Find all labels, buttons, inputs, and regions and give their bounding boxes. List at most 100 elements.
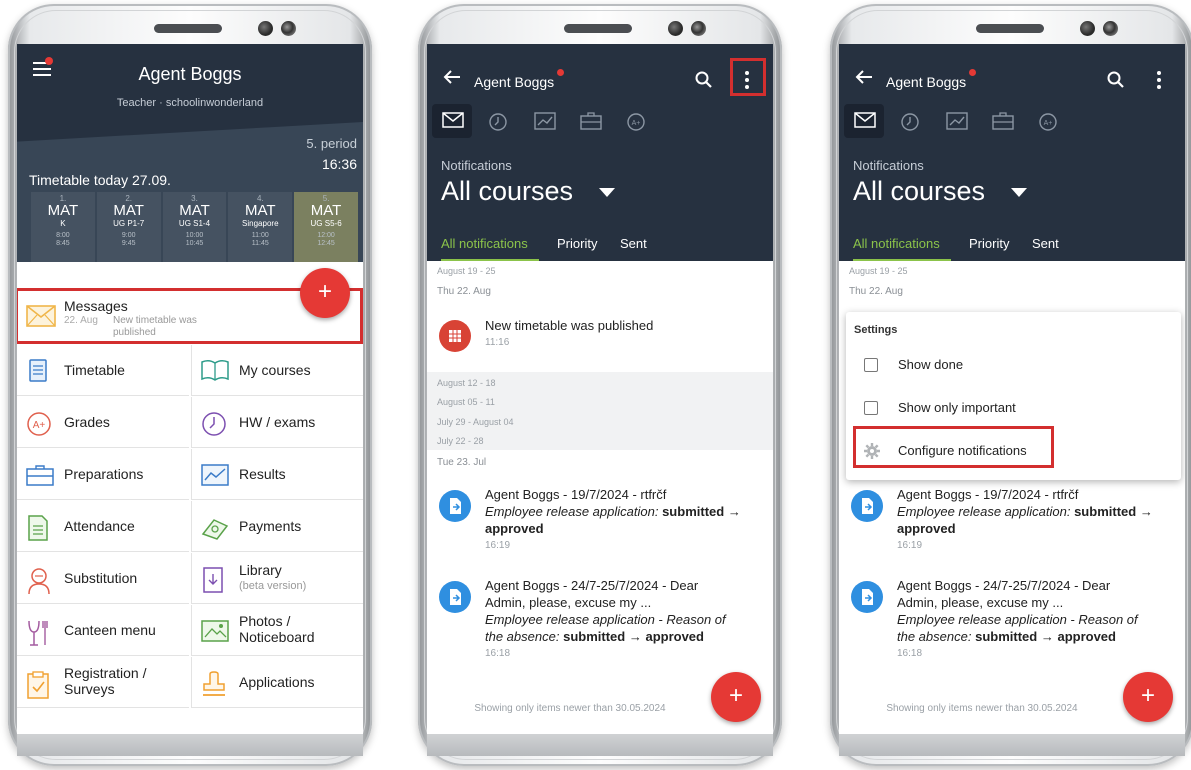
module-results[interactable]: Results (191, 449, 363, 500)
arrow-icon: → (727, 504, 741, 519)
user-role: Teacher · schoolinwonderland (116, 97, 264, 109)
search-icon[interactable] (695, 71, 713, 94)
lesson-cell[interactable]: 1. MAT K 8:00 8:45 (31, 192, 95, 262)
add-button[interactable]: + (1123, 672, 1173, 722)
checkbox[interactable] (864, 401, 878, 415)
calendar-icon (439, 320, 471, 352)
tab-messages[interactable] (844, 104, 884, 138)
tab-chart[interactable] (936, 104, 976, 138)
add-button[interactable]: + (711, 672, 761, 722)
speaker-grille (976, 24, 1044, 33)
chevron-down-icon[interactable] (1011, 188, 1027, 197)
tab-messages[interactable] (432, 104, 472, 138)
notification-title: Admin, please, excuse my ... (897, 595, 1064, 610)
module-photos-noticeboard[interactable]: Photos / Noticeboard (191, 605, 363, 656)
module-attendance[interactable]: Attendance (17, 501, 189, 552)
tab-clock[interactable] (478, 104, 518, 138)
tab-all-notifications[interactable]: All notifications (441, 236, 528, 251)
add-button[interactable]: + (300, 268, 350, 318)
week-header[interactable]: August 12 - 18 (437, 378, 496, 388)
module-hw-exams[interactable]: HW / exams (191, 397, 363, 448)
tab-grades[interactable]: A+ (616, 104, 656, 138)
notification-app: the absence (897, 629, 968, 644)
lesson-cell[interactable]: 4. MAT Singapore 11:00 11:45 (228, 192, 293, 262)
tab-priority[interactable]: Priority (969, 236, 1009, 251)
module-substitution[interactable]: Substitution (17, 553, 189, 604)
week-header[interactable]: August 05 - 11 (437, 397, 495, 407)
active-tab-indicator (853, 259, 951, 261)
module-grades[interactable]: A+ Grades (17, 397, 189, 448)
screen-dashboard: Agent Boggs Teacher · schoolinwonderland… (17, 44, 363, 734)
notification-app: Employee release application (485, 504, 655, 519)
week-header[interactable]: July 29 - August 04 (437, 417, 514, 427)
back-arrow-icon[interactable] (855, 68, 873, 91)
document-icon (851, 581, 883, 613)
lesson-start: 11:00 (251, 232, 269, 239)
lesson-end: 12:45 (317, 240, 335, 247)
lesson-subject: MAT (310, 202, 342, 219)
module-preparations[interactable]: Preparations (17, 449, 189, 500)
grades-icon: A+ (25, 410, 53, 443)
timetable-strip[interactable]: 1. MAT K 8:00 8:45 2. MAT UG P1-7 9:00 9… (31, 192, 358, 262)
tab-chart[interactable] (524, 104, 564, 138)
module-label: Substitution (64, 570, 138, 586)
lesson-cell[interactable]: 3. MAT UG S1-4 10:00 10:45 (162, 192, 227, 262)
search-icon[interactable] (1107, 71, 1125, 94)
week-header[interactable]: July 22 - 28 (437, 436, 484, 446)
more-options-icon[interactable] (1157, 71, 1161, 92)
briefcase-icon (25, 462, 55, 493)
lesson-room: UG P1-7 (113, 219, 145, 228)
lesson-cell[interactable]: 2. MAT UG P1-7 9:00 9:45 (96, 192, 161, 262)
messages-label: Messages (64, 298, 128, 314)
sensor-icon (258, 21, 273, 36)
chart-icon (200, 462, 230, 493)
notification-app: the absence (485, 629, 556, 644)
tab-all-notifications[interactable]: All notifications (853, 236, 940, 251)
module-my-courses[interactable]: My courses (191, 345, 363, 396)
checkbox[interactable] (864, 358, 878, 372)
tab-priority[interactable]: Priority (557, 236, 597, 251)
notification-app: Employee release application - Reason of (897, 612, 1138, 627)
course-selector[interactable]: All courses (441, 176, 573, 207)
lesson-end: 8:45 (56, 240, 70, 247)
module-label: Results (239, 466, 286, 482)
notification-title: Agent Boggs - 19/7/2024 - rtfrčf (897, 487, 1079, 502)
course-selector[interactable]: All courses (853, 176, 985, 207)
notification-title: Admin, please, excuse my ... (485, 595, 652, 610)
state-from: submitted (563, 629, 626, 644)
module-canteen-menu[interactable]: Canteen menu (17, 605, 189, 656)
notification-dot (969, 69, 976, 76)
lesson-subject: MAT (47, 202, 79, 219)
module-registration-surveys[interactable]: Registration / Surveys (17, 657, 189, 708)
module-payments[interactable]: Payments (191, 501, 363, 552)
phone-frame-3: Agent Boggs A+ Notifications All courses… (830, 4, 1191, 766)
module-label: My courses (239, 362, 311, 378)
notification-time: 11:16 (485, 337, 510, 348)
tab-grades[interactable]: A+ (1028, 104, 1068, 138)
notification-time: 16:19 (485, 540, 511, 551)
lesson-room: UG S1-4 (178, 219, 211, 228)
lesson-subject: MAT (179, 202, 210, 219)
lesson-subject: MAT (245, 202, 276, 219)
lesson-cell-current[interactable]: 5. MAT UG S5-6 12:00 12:45 (294, 192, 358, 262)
module-timetable[interactable]: Timetable (17, 345, 189, 396)
back-arrow-icon[interactable] (443, 68, 461, 91)
state-from: submitted (662, 504, 725, 519)
settings-header: Settings (854, 324, 898, 336)
screen-notifications: Agent Boggs A+ Notifications All courses… (427, 44, 773, 734)
module-library[interactable]: Library (beta version) (191, 553, 363, 604)
photos-icon (200, 618, 230, 649)
notification-title: Agent Boggs - 24/7-25/7/2024 - Dear (485, 578, 699, 593)
message-preview: New timetable was published (113, 315, 197, 338)
option-label: Show done (898, 357, 964, 372)
tab-sent[interactable]: Sent (620, 236, 647, 251)
tab-clock[interactable] (890, 104, 930, 138)
tab-briefcase[interactable] (982, 104, 1022, 138)
module-applications[interactable]: Applications (191, 657, 363, 708)
tab-briefcase[interactable] (570, 104, 610, 138)
camera-icon (1103, 21, 1118, 36)
tab-sent[interactable]: Sent (1032, 236, 1059, 251)
notification-dot (557, 69, 564, 76)
chevron-down-icon[interactable] (599, 188, 615, 197)
sensor-icon (1080, 21, 1095, 36)
